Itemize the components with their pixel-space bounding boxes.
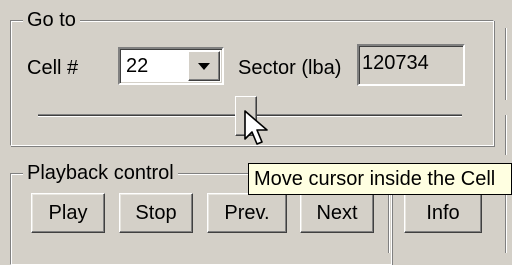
next-button[interactable]: Next (300, 193, 374, 233)
sector-field[interactable]: 120734 (357, 44, 465, 86)
play-button[interactable]: Play (31, 193, 105, 233)
chevron-down-icon (198, 63, 210, 70)
cell-number-value: 22 (126, 55, 149, 77)
panel-divider (388, 190, 389, 253)
tooltip-text: Move cursor inside the Cell (254, 168, 496, 190)
goto-legend: Go to (23, 8, 80, 32)
sector-value: 120734 (362, 52, 429, 74)
info-button-label: Info (426, 202, 460, 224)
stop-button[interactable]: Stop (119, 193, 193, 233)
prev-button[interactable]: Prev. (207, 193, 287, 233)
next-button-label: Next (316, 202, 358, 224)
prev-button-label: Prev. (224, 202, 270, 224)
stop-button-label: Stop (135, 202, 177, 224)
info-button[interactable]: Info (404, 193, 482, 233)
play-button-label: Play (48, 202, 88, 224)
panel-divider (505, 28, 506, 100)
panel-divider (505, 188, 506, 253)
cell-number-label: Cell # (27, 57, 79, 79)
panel-divider (505, 115, 506, 155)
tooltip: Move cursor inside the Cell (248, 163, 512, 195)
sector-label: Sector (lba) (238, 57, 342, 79)
cell-number-select[interactable]: 22 (118, 47, 224, 85)
mouse-pointer-icon (244, 110, 268, 145)
cell-dropdown-button[interactable] (188, 51, 220, 81)
playback-legend: Playback control (23, 161, 178, 185)
